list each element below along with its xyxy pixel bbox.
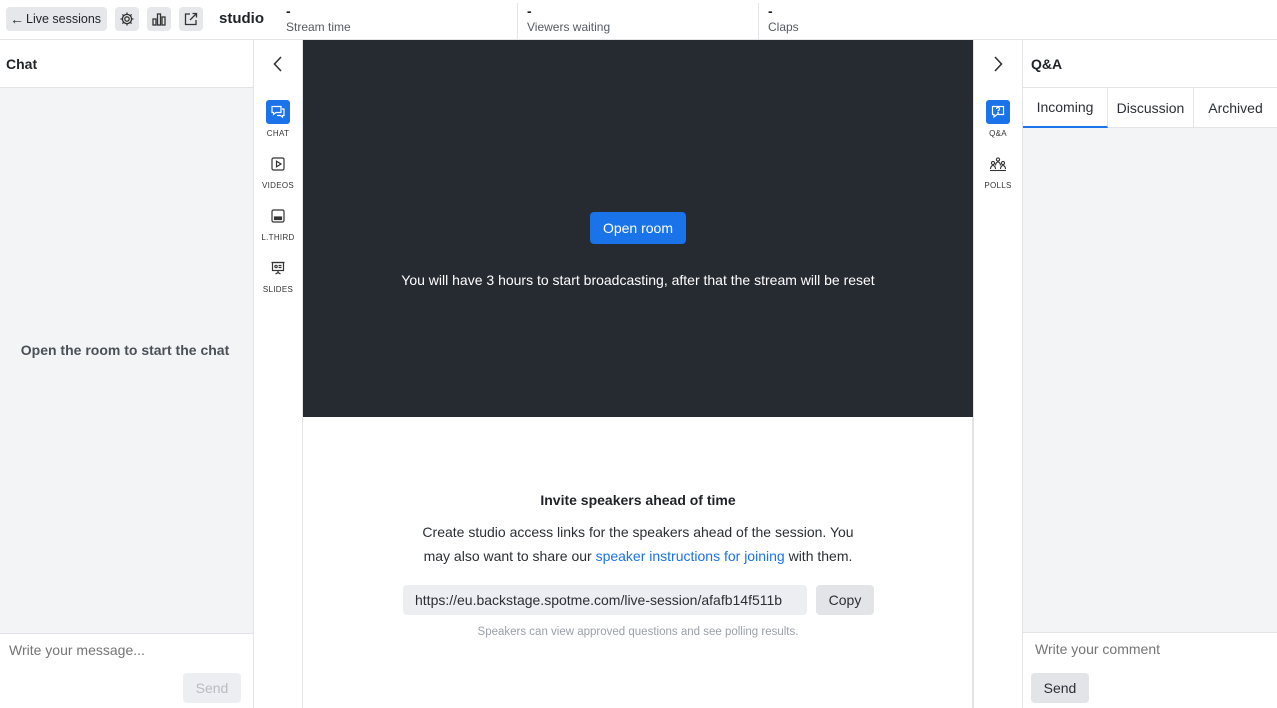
- chat-send-button[interactable]: Send: [183, 673, 241, 703]
- invite-hint: Speakers can view approved questions and…: [477, 626, 799, 638]
- settings-button[interactable]: [115, 7, 139, 31]
- stat-value: -: [527, 3, 532, 19]
- page-title: studio: [219, 10, 264, 27]
- invite-title: Invite speakers ahead of time: [540, 492, 736, 508]
- back-button-label: Live sessions: [26, 12, 102, 26]
- chat-title: Chat: [0, 40, 253, 88]
- rail-item-label: CHAT: [266, 129, 290, 138]
- invite-speakers-section: Invite speakers ahead of time Create stu…: [303, 417, 973, 708]
- speaker-access-link-field[interactable]: https://eu.backstage.spotme.com/live-ses…: [403, 585, 807, 615]
- open-external-button[interactable]: [179, 7, 203, 31]
- qa-comment-input[interactable]: [1035, 641, 1265, 657]
- rail-item-polls[interactable]: POLLS: [974, 152, 1022, 190]
- chat-composer: Send: [0, 633, 253, 708]
- stat-label: Viewers waiting: [527, 20, 611, 34]
- broadcast-stage: Open room You will have 3 hours to start…: [303, 40, 973, 417]
- speaker-instructions-link[interactable]: speaker instructions for joining: [596, 548, 785, 564]
- chat-message-input[interactable]: [9, 642, 244, 658]
- lower-third-icon: [266, 204, 290, 228]
- qa-title: Q&A: [1023, 40, 1277, 88]
- rail-item-label: Q&A: [989, 129, 1007, 138]
- stat-label: Claps: [768, 20, 799, 34]
- rail-item-lower-third[interactable]: L.THIRD: [254, 204, 302, 242]
- rail-item-qa[interactable]: Q&A: [974, 100, 1022, 138]
- rail-item-label: L.THIRD: [261, 233, 295, 242]
- arrow-left-icon: ←: [10, 11, 24, 27]
- qa-composer: Send: [1023, 632, 1277, 708]
- collapse-right-button[interactable]: [974, 40, 1022, 88]
- top-bar: ← Live sessions studio - Stream time - V…: [0, 0, 1277, 40]
- stat-value: -: [286, 3, 291, 19]
- polls-icon: [986, 152, 1010, 176]
- back-to-live-sessions-button[interactable]: ← Live sessions: [6, 7, 108, 31]
- stat-label: Stream time: [286, 20, 351, 34]
- rail-item-label: VIDEOS: [261, 181, 295, 190]
- open-room-button[interactable]: Open room: [590, 212, 686, 244]
- external-link-icon: [184, 12, 198, 26]
- invite-description: Create studio access links for the speak…: [408, 520, 868, 568]
- copy-link-button[interactable]: Copy: [816, 585, 874, 615]
- rail-item-videos[interactable]: VIDEOS: [254, 152, 302, 190]
- stat-value: -: [768, 3, 773, 19]
- left-tool-rail: CHAT VIDEOS L.THIRD SLIDES: [254, 40, 303, 708]
- rail-item-chat[interactable]: CHAT: [254, 100, 302, 138]
- collapse-left-button[interactable]: [254, 40, 302, 88]
- chevron-left-icon: [273, 56, 282, 72]
- broadcast-time-note: You will have 3 hours to start broadcast…: [401, 272, 875, 288]
- rail-item-label: POLLS: [984, 181, 1012, 190]
- invite-desc-text-end: with them.: [784, 548, 853, 564]
- slides-icon: [266, 256, 290, 280]
- chat-icon: [266, 100, 290, 124]
- video-icon: [266, 152, 290, 176]
- chat-panel: Chat Open the room to start the chat Sen…: [0, 40, 254, 708]
- rail-item-label: SLIDES: [262, 285, 294, 294]
- bar-chart-icon: [152, 13, 166, 26]
- chat-empty-message: Open the room to start the chat: [20, 342, 230, 358]
- qa-send-button[interactable]: Send: [1031, 673, 1089, 703]
- rail-item-slides[interactable]: SLIDES: [254, 256, 302, 294]
- stat-viewers-waiting: - Viewers waiting: [517, 3, 758, 39]
- chevron-right-icon: [994, 56, 1003, 72]
- analytics-button[interactable]: [147, 7, 171, 31]
- tab-discussion[interactable]: Discussion: [1108, 88, 1194, 128]
- gear-icon: [120, 12, 134, 26]
- tab-archived[interactable]: Archived: [1194, 88, 1277, 128]
- stat-stream-time: - Stream time: [277, 3, 518, 39]
- qa-icon: [986, 100, 1010, 124]
- right-tool-rail: Q&A POLLS: [973, 40, 1023, 708]
- tab-incoming[interactable]: Incoming: [1023, 88, 1108, 128]
- stat-claps: - Claps: [758, 3, 999, 39]
- qa-panel: Q&A Incoming Discussion Archived Send: [1023, 40, 1277, 708]
- qa-tabs: Incoming Discussion Archived: [1023, 88, 1277, 128]
